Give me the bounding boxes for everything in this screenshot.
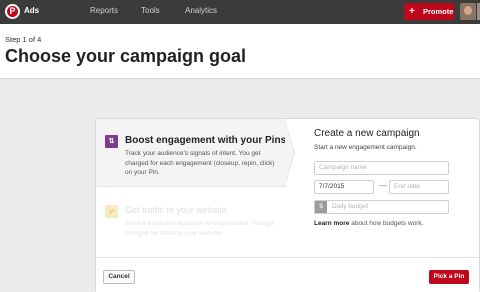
goal-title: Get traffic to your website <box>125 205 227 215</box>
form-title: Create a new campaign <box>314 128 420 139</box>
learn-more-link[interactable]: Learn more <box>314 220 349 227</box>
cancel-button[interactable]: Cancel <box>103 270 135 284</box>
goal-title: Boost engagement with your Pins <box>125 135 287 146</box>
engagement-icon: ⇅ <box>105 135 118 148</box>
form-subtitle: Start a new engagement campaign. <box>314 144 417 151</box>
goal-option-engagement[interactable]: ⇅ Boost engagement with your Pins Track … <box>96 119 286 187</box>
goal-description: Track your audience's signals of intent.… <box>125 150 275 176</box>
daily-budget-input[interactable]: $ Daily budget <box>314 200 449 214</box>
dollar-icon: $ <box>315 201 327 213</box>
learn-more-text: about how budgets work. <box>349 220 424 227</box>
plus-icon: + <box>409 6 415 17</box>
traffic-icon: ⬈ <box>105 205 118 218</box>
selection-pointer-fill <box>285 120 294 186</box>
nav-item-analytics[interactable]: Analytics <box>185 6 217 15</box>
nav-item-reports[interactable]: Reports <box>90 6 118 15</box>
campaign-card: ⇅ Boost engagement with your Pins Track … <box>95 118 480 292</box>
promote-label: Promote <box>423 7 454 16</box>
date-separator: — <box>379 181 387 190</box>
goal-list: ⇅ Boost engagement with your Pins Track … <box>96 119 286 257</box>
start-date-value: 7/7/2015 <box>319 183 345 190</box>
promote-button[interactable]: + Promote <box>404 3 454 20</box>
daily-budget-placeholder: Daily budget <box>332 203 369 210</box>
nav-item-tools[interactable]: Tools <box>141 6 160 15</box>
page-header: Step 1 of 4 Choose your campaign goal <box>0 24 480 79</box>
goal-description: Send a motivated audience to your conten… <box>125 220 274 237</box>
create-campaign-form: Create a new campaign Start a new engage… <box>296 119 480 257</box>
app-name[interactable]: Ads <box>24 6 39 15</box>
campaign-name-input[interactable]: Campaign name <box>314 161 449 175</box>
campaign-name-placeholder: Campaign name <box>319 164 367 171</box>
pinterest-logo-glyph[interactable]: P <box>5 4 20 19</box>
end-date-placeholder: End date <box>394 183 421 190</box>
start-date-input[interactable]: 7/7/2015 <box>314 180 374 194</box>
goal-option-traffic[interactable]: ⬈ Get traffic to your website Send a mot… <box>96 187 286 257</box>
page-title: Choose your campaign goal <box>5 46 247 66</box>
step-indicator: Step 1 of 4 <box>5 35 42 44</box>
card-footer: Cancel Pick a Pin <box>96 257 479 292</box>
budget-help-text: Learn more about how budgets work. <box>314 220 423 227</box>
end-date-input[interactable]: End date <box>389 180 449 194</box>
avatar[interactable] <box>460 3 476 20</box>
pick-a-pin-button[interactable]: Pick a Pin <box>429 270 469 284</box>
top-navbar: P Ads Reports Tools Analytics + Promote <box>0 0 480 24</box>
